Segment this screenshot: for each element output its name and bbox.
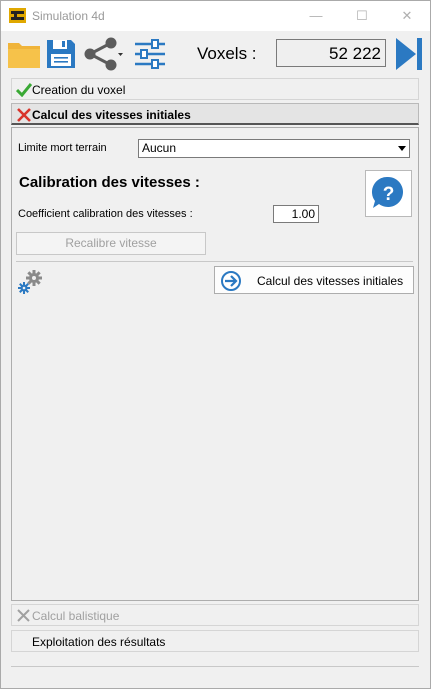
maximize-button[interactable]: ☐ — [339, 1, 385, 31]
play-next-icon[interactable] — [395, 37, 423, 71]
close-button[interactable]: ✕ — [384, 1, 430, 31]
recalibre-vitesse-button[interactable]: Recalibre vitesse — [16, 232, 206, 255]
folder-icon[interactable] — [7, 39, 41, 69]
step-creation-label: Creation du voxel — [32, 83, 126, 97]
app-logo-icon — [9, 8, 26, 23]
separator — [16, 261, 413, 262]
cross-icon — [17, 108, 31, 122]
status-divider — [11, 666, 419, 667]
help-icon: ? — [371, 176, 403, 208]
limite-mort-terrain-select[interactable]: Aucun — [138, 139, 410, 158]
calcul-vitesses-button-label: Calcul des vitesses initiales — [257, 274, 404, 288]
cross-icon — [17, 609, 30, 622]
step-calcul-vitesses[interactable]: Calcul des vitesses initiales — [11, 103, 419, 125]
minimize-button[interactable]: — — [293, 1, 339, 31]
calcul-vitesses-button[interactable]: Calcul des vitesses initiales — [214, 266, 414, 294]
chevron-down-icon — [398, 146, 406, 151]
share-icon[interactable] — [83, 37, 125, 71]
save-icon[interactable] — [45, 38, 77, 70]
arrow-right-circle-icon — [221, 271, 241, 291]
step-calcul-vitesses-label: Calcul des vitesses initiales — [32, 108, 191, 122]
calibration-title: Calibration des vitesses : — [19, 174, 200, 191]
coef-calibration-label: Coefficient calibration des vitesses : — [18, 208, 193, 220]
voxels-label: Voxels : — [197, 44, 257, 63]
voxels-count-field: 52 222 — [276, 39, 386, 67]
step-exploitation[interactable]: Exploitation des résultats — [11, 630, 419, 652]
check-icon — [16, 83, 32, 97]
gears-icon[interactable] — [18, 269, 44, 295]
settings-sliders-icon[interactable] — [133, 39, 167, 69]
coef-calibration-input[interactable]: 1.00 — [273, 205, 319, 223]
help-button[interactable]: ? — [365, 170, 412, 217]
title-bar: Simulation 4d — ☐ ✕ — [1, 1, 430, 31]
step-creation-voxel[interactable]: Creation du voxel — [11, 78, 419, 100]
vitesses-panel — [11, 127, 419, 601]
step-calcul-balistique[interactable]: Calcul balistique — [11, 604, 419, 626]
window-title: Simulation 4d — [32, 9, 105, 23]
limite-mort-terrain-label: Limite mort terrain — [18, 142, 107, 154]
svg-text:?: ? — [383, 184, 395, 205]
limite-select-value: Aucun — [142, 141, 177, 155]
step-exploitation-label: Exploitation des résultats — [32, 635, 166, 649]
step-calcul-balistique-label: Calcul balistique — [32, 609, 120, 623]
app-window: Simulation 4d — ☐ ✕ Voxels: 52 222 Crea… — [0, 0, 431, 689]
